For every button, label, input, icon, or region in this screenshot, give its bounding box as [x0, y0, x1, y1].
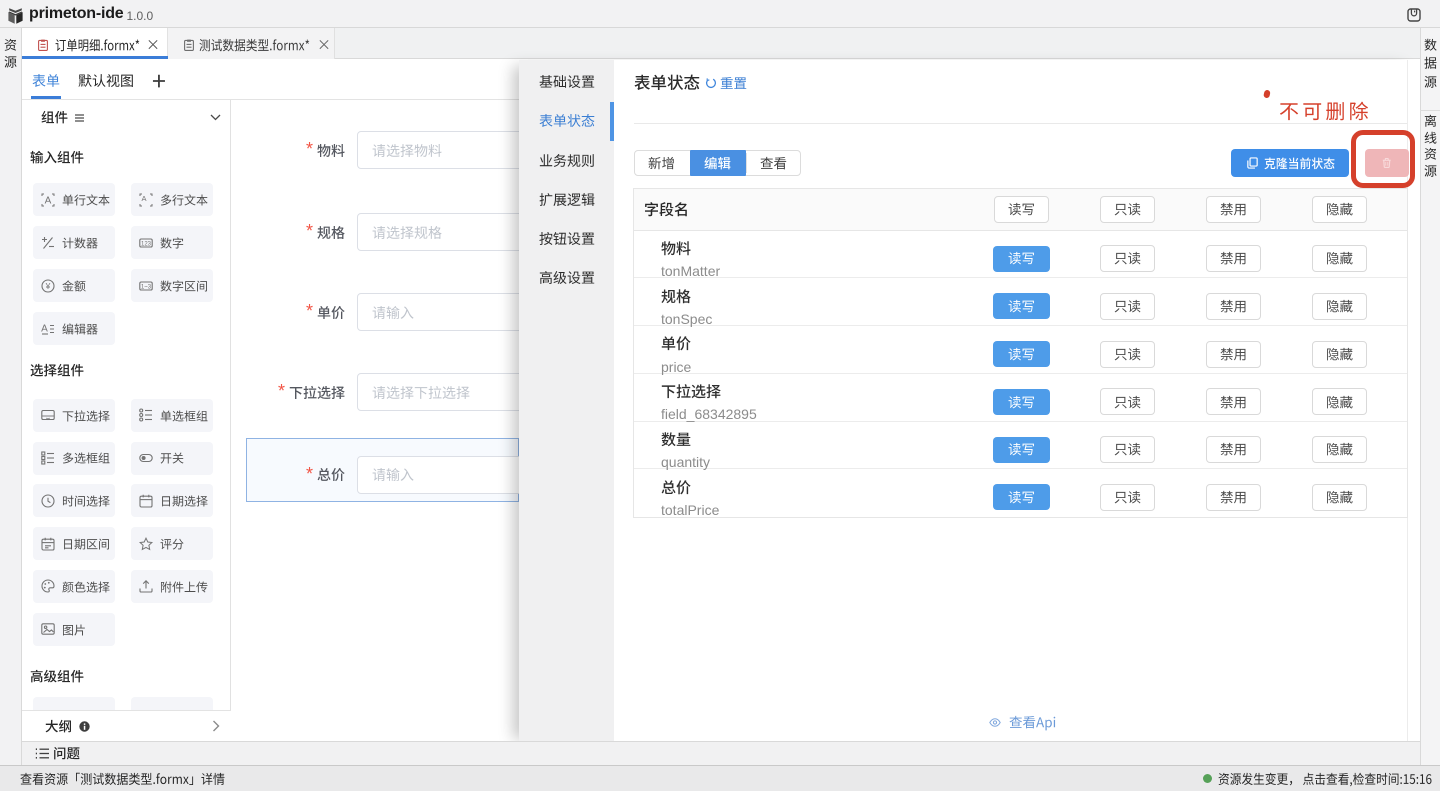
svg-text:123: 123 [140, 241, 151, 247]
svg-text:A: A [45, 195, 52, 206]
svg-text:A: A [41, 323, 48, 334]
svg-text:A: A [141, 194, 146, 203]
svg-text:1~3: 1~3 [140, 284, 151, 290]
svg-text:¥: ¥ [45, 281, 51, 291]
